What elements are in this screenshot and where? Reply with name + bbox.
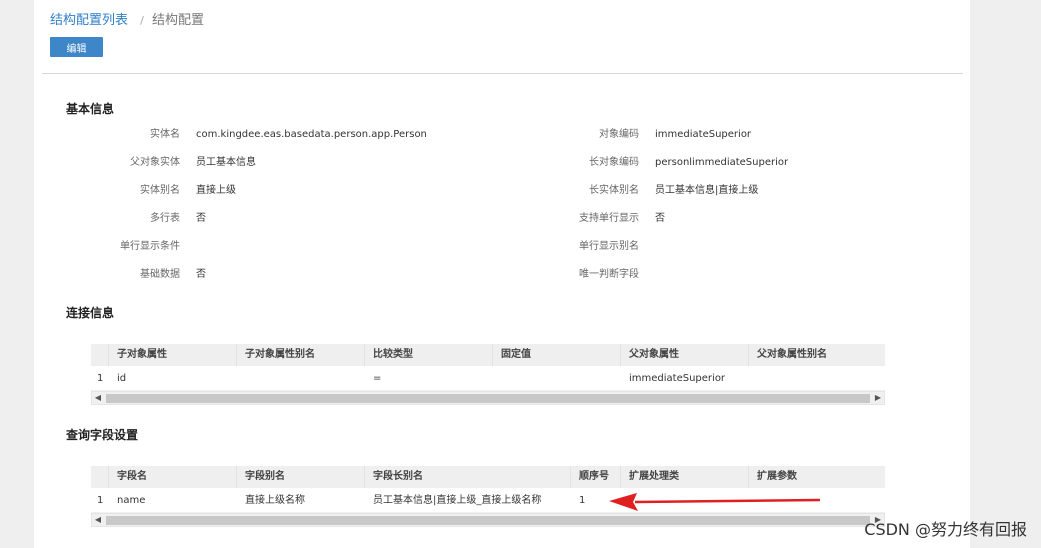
grid-col-header[interactable]: 扩展参数 bbox=[749, 466, 885, 488]
link-info-grid: 子对象属性 子对象属性别名 比较类型 固定值 父对象属性 父对象属性别名 1 i… bbox=[91, 344, 885, 405]
grid-cell[interactable] bbox=[237, 366, 365, 391]
breadcrumb-current: 结构配置 bbox=[152, 13, 205, 28]
grid-col-header[interactable]: 固定值 bbox=[493, 344, 621, 366]
scroll-left-icon[interactable]: ◀ bbox=[92, 392, 104, 404]
field-long-object-code: 长对象编码 personlimmediateSuperior bbox=[519, 156, 788, 170]
field-label: 多行表 bbox=[150, 213, 180, 224]
grid-col-header[interactable]: 子对象属性别名 bbox=[237, 344, 365, 366]
field-value: 员工基本信息|直接上级 bbox=[655, 185, 759, 196]
field-value: 员工基本信息 bbox=[196, 157, 256, 168]
field-unique-key: 唯一判断字段 bbox=[519, 268, 655, 282]
grid-col-header[interactable]: 顺序号 bbox=[571, 466, 621, 488]
field-label: 长实体别名 bbox=[589, 185, 639, 196]
grid-cell[interactable]: = bbox=[365, 366, 493, 391]
field-value: 否 bbox=[655, 213, 665, 224]
grid-rownum-header bbox=[91, 344, 109, 366]
query-fields-title: 查询字段设置 bbox=[66, 428, 139, 442]
grid-cell[interactable] bbox=[493, 366, 621, 391]
grid-header: 子对象属性 子对象属性别名 比较类型 固定值 父对象属性 父对象属性别名 bbox=[91, 344, 885, 366]
field-label: 父对象实体 bbox=[130, 157, 180, 168]
field-base-data: 基础数据 否 bbox=[60, 268, 206, 282]
field-label: 单行显示别名 bbox=[579, 241, 639, 252]
grid-col-header[interactable]: 字段别名 bbox=[237, 466, 365, 488]
field-label: 实体名 bbox=[150, 129, 180, 140]
grid-cell[interactable]: 直接上级名称 bbox=[237, 488, 365, 513]
breadcrumb-separator: / bbox=[140, 14, 144, 27]
field-value: 否 bbox=[196, 269, 206, 280]
grid-col-header[interactable]: 字段长别名 bbox=[365, 466, 571, 488]
grid-col-header[interactable]: 父对象属性 bbox=[621, 344, 749, 366]
scrollbar-thumb[interactable] bbox=[106, 394, 870, 403]
field-parent-entity: 父对象实体 员工基本信息 bbox=[60, 156, 256, 170]
grid-col-header[interactable]: 父对象属性别名 bbox=[749, 344, 885, 366]
row-number: 1 bbox=[97, 373, 104, 384]
grid-col-header[interactable]: 比较类型 bbox=[365, 344, 493, 366]
csdn-watermark: CSDN @努力终有回报 bbox=[864, 520, 1027, 539]
horizontal-scrollbar[interactable]: ◀ ▶ bbox=[91, 391, 885, 405]
field-object-code: 对象编码 immediateSuperior bbox=[519, 128, 751, 142]
field-label: 支持单行显示 bbox=[579, 213, 639, 224]
row-number: 1 bbox=[97, 495, 104, 506]
scroll-right-icon[interactable]: ▶ bbox=[872, 392, 884, 404]
grid-col-header[interactable]: 字段名 bbox=[109, 466, 237, 488]
grid-header: 字段名 字段别名 字段长别名 顺序号 扩展处理类 扩展参数 bbox=[91, 466, 885, 488]
field-label: 单行显示条件 bbox=[120, 241, 180, 252]
breadcrumb: 结构配置列表 / 结构配置 bbox=[50, 9, 204, 28]
table-row[interactable]: 1 id = immediateSuperior bbox=[91, 366, 885, 391]
grid-col-header[interactable]: 子对象属性 bbox=[109, 344, 237, 366]
grid-rownum-header bbox=[91, 466, 109, 488]
link-info-title: 连接信息 bbox=[66, 306, 115, 320]
breadcrumb-parent-link[interactable]: 结构配置列表 bbox=[50, 13, 128, 28]
grid-cell[interactable]: 员工基本信息|直接上级_直接上级名称 bbox=[365, 488, 571, 513]
grid-cell[interactable]: immediateSuperior bbox=[621, 366, 749, 391]
field-label: 基础数据 bbox=[140, 269, 180, 280]
field-entity-alias: 实体别名 直接上级 bbox=[60, 184, 236, 198]
field-single-row-alias: 单行显示别名 bbox=[519, 240, 655, 254]
grid-cell[interactable]: name bbox=[109, 488, 237, 513]
field-label: 长对象编码 bbox=[589, 157, 639, 168]
field-value: personlimmediateSuperior bbox=[655, 157, 789, 168]
field-multi-row: 多行表 否 bbox=[60, 212, 206, 226]
field-entity-name: 实体名 com.kingdee.eas.basedata.person.app.P… bbox=[60, 128, 427, 142]
field-long-entity-alias: 长实体别名 员工基本信息|直接上级 bbox=[519, 184, 758, 198]
field-value: 否 bbox=[196, 213, 206, 224]
scroll-left-icon[interactable]: ◀ bbox=[92, 514, 104, 526]
grid-col-header[interactable]: 扩展处理类 bbox=[621, 466, 749, 488]
horizontal-scrollbar[interactable]: ◀ ▶ bbox=[91, 513, 885, 527]
grid-cell[interactable] bbox=[749, 366, 885, 391]
grid-cell[interactable]: id bbox=[109, 366, 237, 391]
divider bbox=[42, 73, 963, 74]
field-single-row-condition: 单行显示条件 bbox=[60, 240, 196, 254]
field-value: com.kingdee.eas.basedata.person.app.Pers… bbox=[196, 129, 427, 140]
edit-button[interactable]: 编辑 bbox=[50, 37, 103, 57]
field-label: 对象编码 bbox=[599, 129, 639, 140]
field-value: immediateSuperior bbox=[655, 129, 752, 140]
field-label: 唯一判断字段 bbox=[579, 269, 639, 280]
basic-info-title: 基本信息 bbox=[66, 102, 115, 116]
field-value: 直接上级 bbox=[196, 185, 236, 196]
field-label: 实体别名 bbox=[140, 185, 180, 196]
field-support-single-row: 支持单行显示 否 bbox=[519, 212, 665, 226]
annotation-arrow-icon bbox=[609, 493, 821, 511]
scrollbar-thumb[interactable] bbox=[106, 516, 870, 525]
